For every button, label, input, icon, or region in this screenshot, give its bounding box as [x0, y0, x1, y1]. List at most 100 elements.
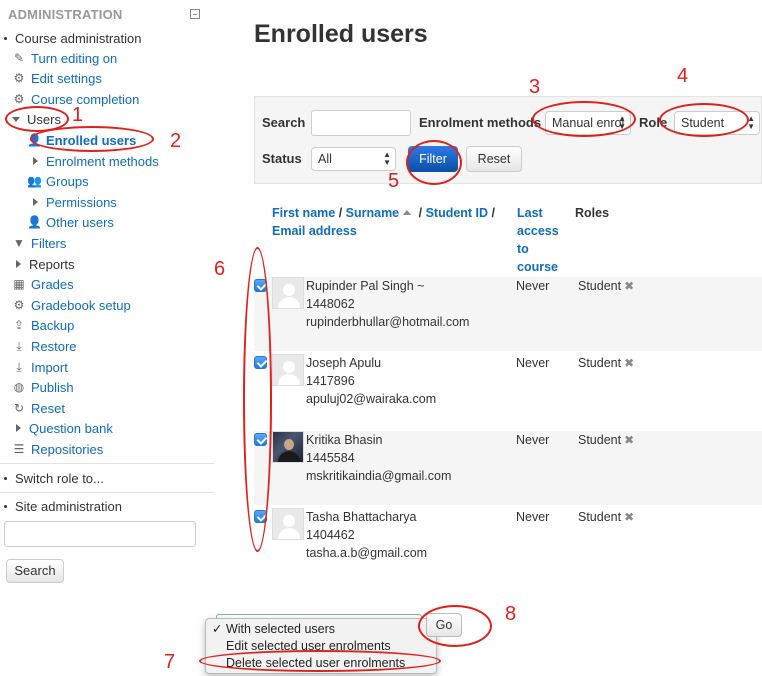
- reset-button[interactable]: Reset: [466, 146, 522, 172]
- collapse-block-icon[interactable]: [190, 9, 200, 19]
- sort-ascending-icon: [403, 210, 412, 216]
- sidebar-item-groups[interactable]: 👥 Groups: [27, 172, 89, 190]
- select-arrows-icon: ▲ ▼: [747, 114, 755, 131]
- triangle-right-icon: [33, 198, 38, 206]
- user-icon: 👤: [27, 215, 42, 229]
- search-input[interactable]: [311, 110, 411, 136]
- sort-last-access[interactable]: Last access to course: [517, 204, 559, 276]
- annotation-number: 1: [72, 104, 84, 126]
- sidebar-item-reports[interactable]: Reports: [16, 255, 75, 273]
- bulk-action-menu: ✓ With selected users Edit selected user…: [205, 618, 437, 674]
- globe-icon: ◍: [13, 380, 25, 394]
- admin-block-title: ADMINISTRATION: [8, 7, 123, 22]
- sidebar-item-question-bank[interactable]: Question bank: [16, 419, 113, 437]
- row-checkbox[interactable]: [254, 356, 267, 369]
- table-row: Tasha Bhattacharya 1404462 tasha.a.b@gma…: [254, 508, 762, 582]
- table-row: Rupinder Pal Singh ~ 1448062 rupinderbhu…: [254, 277, 762, 351]
- last-access: Never: [516, 510, 550, 524]
- sidebar-item-other-users[interactable]: 👤 Other users: [27, 213, 114, 231]
- avatar: [272, 431, 304, 463]
- sort-surname[interactable]: Surname: [346, 206, 400, 220]
- sort-first-name[interactable]: First name: [272, 206, 335, 220]
- user-cell: Rupinder Pal Singh ~ 1448062 rupinderbhu…: [306, 277, 470, 329]
- sidebar-item-repositories[interactable]: ☰ Repositories: [12, 440, 104, 458]
- filter-button[interactable]: Filter: [408, 146, 458, 172]
- status-select[interactable]: All ▲ ▼: [311, 147, 396, 171]
- gear-icon: ⚙: [13, 92, 25, 106]
- page-title: Enrolled users: [254, 20, 428, 48]
- filter-icon: ▼: [13, 236, 25, 250]
- reset-icon: ↻: [13, 401, 25, 415]
- user-name-link[interactable]: Rupinder Pal Singh ~: [306, 277, 469, 295]
- last-access: Never: [516, 356, 550, 370]
- sidebar-item-permissions[interactable]: Permissions: [33, 193, 117, 211]
- option-delete-selected-enrolments[interactable]: Delete selected user enrolments: [226, 655, 405, 671]
- annotation-number: 8: [505, 603, 517, 625]
- annotation-number: 7: [164, 651, 176, 673]
- remove-role-icon[interactable]: ✖: [624, 510, 634, 524]
- sidebar-item-enrolment-methods[interactable]: Enrolment methods: [33, 152, 159, 170]
- sort-email[interactable]: Email address: [272, 222, 357, 240]
- sidebar-item-users[interactable]: Users: [12, 110, 61, 128]
- sidebar-item-backup[interactable]: ⇪ Backup: [12, 316, 74, 334]
- sidebar-item-publish[interactable]: ◍ Publish: [12, 378, 74, 396]
- sidebar-item-restore[interactable]: ⤓ Restore: [12, 337, 76, 355]
- sidebar-item-grades[interactable]: ▦ Grades: [12, 275, 73, 293]
- database-icon: ☰: [13, 442, 25, 456]
- role-cell: Student ✖: [578, 279, 635, 293]
- user-name-link[interactable]: Kritika Bhasin: [306, 431, 451, 449]
- table-icon: ▦: [13, 277, 25, 291]
- user-name-link[interactable]: Joseph Apulu: [306, 354, 436, 372]
- avatar: [272, 508, 304, 540]
- select-arrows-icon: ▲ ▼: [383, 150, 391, 167]
- user-name-link[interactable]: Tasha Bhattacharya: [306, 508, 427, 526]
- sidebar-item-enrolled-users[interactable]: 👤 Enrolled users: [27, 131, 136, 149]
- option-with-selected-users[interactable]: ✓ With selected users: [212, 621, 335, 637]
- role-cell: Student ✖: [578, 510, 635, 524]
- role-label: Role: [639, 115, 668, 130]
- remove-role-icon[interactable]: ✖: [624, 356, 634, 370]
- row-checkbox[interactable]: [254, 279, 267, 292]
- sort-student-id[interactable]: Student ID: [426, 206, 489, 220]
- pencil-icon: ✎: [13, 51, 25, 65]
- site-administration[interactable]: Site administration: [4, 497, 122, 515]
- checkmark-icon: ✓: [212, 622, 223, 636]
- sidebar-item-gradebook-setup[interactable]: ⚙ Gradebook setup: [12, 296, 131, 314]
- admin-sidebar: ADMINISTRATION Course administration ✎ T…: [0, 0, 214, 590]
- remove-role-icon[interactable]: ✖: [624, 433, 634, 447]
- search-label: Search: [262, 115, 306, 130]
- gear-icon: ⚙: [13, 71, 25, 85]
- upload-icon: ⇪: [13, 318, 25, 332]
- admin-search-button[interactable]: Search: [6, 559, 64, 583]
- bullet-icon: [4, 504, 7, 508]
- sidebar-item-reset[interactable]: ↻ Reset: [12, 399, 65, 417]
- sidebar-item-edit-settings[interactable]: ⚙ Edit settings: [12, 69, 102, 87]
- download-icon: ⤓: [16, 339, 22, 353]
- user-icon: 👤: [27, 133, 42, 147]
- annotation-number: 5: [388, 170, 400, 192]
- triangle-right-icon: [33, 157, 38, 165]
- annotation-number: 3: [529, 76, 541, 98]
- go-button[interactable]: Go: [426, 613, 462, 637]
- sidebar-item-import[interactable]: ⤓ Import: [12, 358, 68, 376]
- remove-role-icon[interactable]: ✖: [624, 279, 634, 293]
- sidebar-item-filters[interactable]: ▼ Filters: [12, 234, 66, 252]
- enrolment-methods-select[interactable]: Manual enrol ▲ ▼: [545, 111, 631, 135]
- role-cell: Student ✖: [578, 433, 635, 447]
- course-administration[interactable]: Course administration: [4, 29, 141, 47]
- sidebar-item-turn-editing-on[interactable]: ✎ Turn editing on: [12, 49, 117, 67]
- role-select[interactable]: Student ▲ ▼: [674, 111, 760, 135]
- option-edit-selected-enrolments[interactable]: Edit selected user enrolments: [226, 638, 391, 654]
- row-checkbox[interactable]: [254, 510, 267, 523]
- table-row: Kritika Bhasin 1445584 mskritikaindia@gm…: [254, 431, 762, 505]
- bullet-icon: [4, 476, 7, 480]
- switch-role[interactable]: Switch role to...: [4, 469, 104, 487]
- user-cell: Joseph Apulu 1417896 apuluj02@wairaka.co…: [306, 354, 437, 406]
- enrolment-methods-label: Enrolment methods: [419, 115, 542, 130]
- admin-search-input[interactable]: [4, 521, 196, 547]
- gear-icon: ⚙: [13, 298, 25, 312]
- annotation-number: 2: [170, 130, 182, 152]
- import-icon: ⤓: [16, 360, 22, 374]
- row-checkbox[interactable]: [254, 433, 267, 446]
- status-label: Status: [262, 151, 302, 166]
